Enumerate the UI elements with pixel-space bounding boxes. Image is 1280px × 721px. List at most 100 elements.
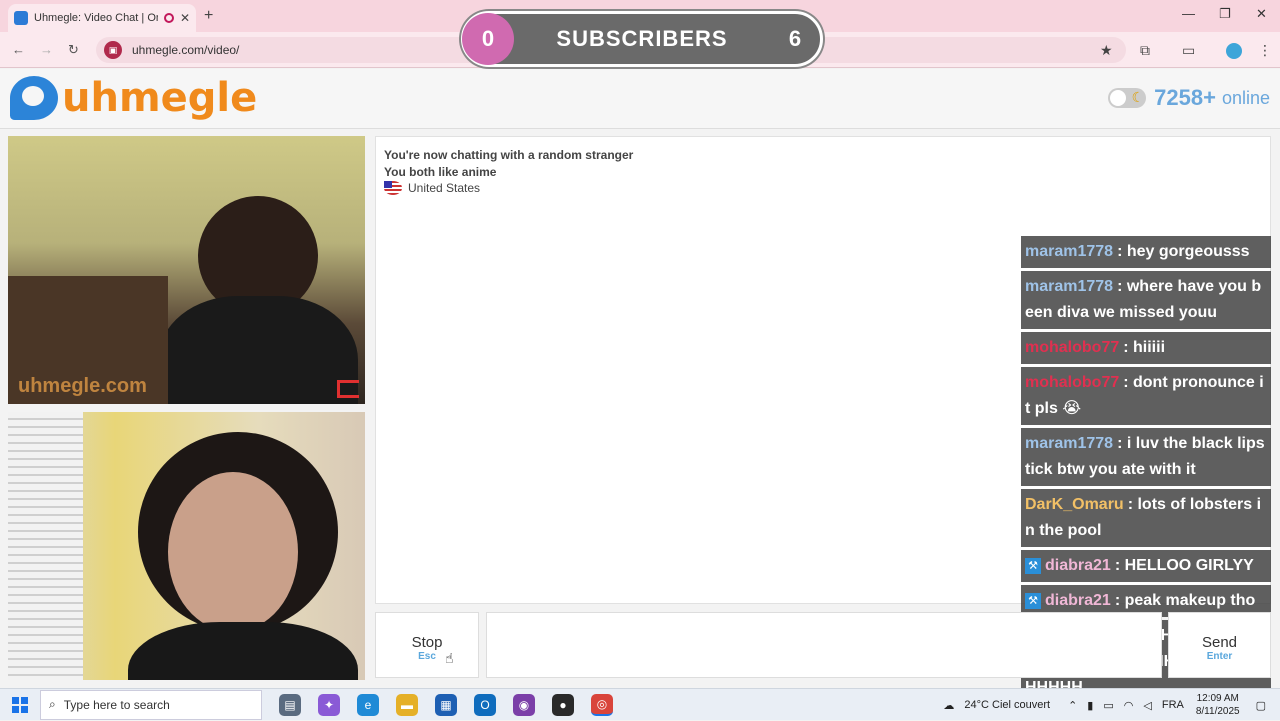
chat-overlay-message: maram1778: where have you been diva we m… <box>1021 271 1271 329</box>
hand-cursor-icon: ☝ <box>445 650 454 666</box>
windows-start-icon[interactable] <box>12 696 28 713</box>
extensions-puzzle-icon[interactable]: ⧉ <box>1140 42 1150 59</box>
profile-avatar[interactable] <box>1226 43 1242 59</box>
restore-button[interactable]: ❐ <box>1219 6 1231 22</box>
clock-date: 8/11/2025 <box>1195 706 1240 717</box>
weather-icon: ☁ <box>943 699 955 712</box>
windows-taskbar: ⌕ Type here to search ▤ ✦ e ▬ ▦ O ◉ ● ◎ … <box>0 688 1280 720</box>
window-blinds <box>8 412 83 680</box>
language-indicator[interactable]: FRA <box>1162 699 1184 711</box>
site-info-icon[interactable]: ▣ <box>104 41 122 59</box>
chat-username: maram1778 <box>1025 435 1114 452</box>
bookmark-star-icon[interactable]: ★ <box>1100 42 1113 59</box>
uhmegle-logo[interactable]: uhmegle <box>10 75 257 121</box>
video-watermark: uhmegle.com <box>18 375 147 397</box>
self-body <box>128 622 358 680</box>
report-flag-icon[interactable] <box>337 380 359 398</box>
subscriber-counter-overlay: 0 SUBSCRIBERS 6 <box>461 11 823 67</box>
notification-icon[interactable]: ▢ <box>1256 699 1266 712</box>
site-header: uhmegle ☾ 7258+ online <box>0 69 1280 129</box>
send-shortcut: Enter <box>1206 651 1233 662</box>
subscriber-label: SUBSCRIBERS <box>556 26 728 51</box>
store-icon[interactable]: ▦ <box>435 693 457 716</box>
speech-bubble-logo-icon <box>10 76 58 120</box>
task-view-icon[interactable]: ▤ <box>279 693 301 716</box>
dark-mode-toggle[interactable]: ☾ <box>1108 88 1147 108</box>
edge-icon[interactable]: e <box>357 693 379 716</box>
us-flag-icon <box>384 181 402 195</box>
taskbar-clock[interactable]: 12:09 AM 8/11/2025 <box>1196 692 1240 718</box>
volume-icon[interactable]: ◁ <box>1143 699 1151 712</box>
file-explorer-icon[interactable]: ▬ <box>396 693 418 716</box>
copilot-icon[interactable]: ✦ <box>318 693 340 716</box>
chat-username: maram1778 <box>1025 278 1114 295</box>
self-face <box>168 472 298 632</box>
chrome-icon[interactable]: ◎ <box>591 693 613 716</box>
chat-overlay-message: maram1778: hey gorgeousss <box>1021 236 1271 268</box>
battery-icon[interactable]: ▮ <box>1087 699 1093 712</box>
moon-icon: ☾ <box>1131 89 1145 105</box>
user-badge-icon: ⚒ <box>1025 557 1041 574</box>
stop-button[interactable]: Stop Esc <box>375 612 479 678</box>
forward-arrow-icon[interactable]: → <box>40 42 53 57</box>
send-label: Send <box>1201 634 1238 651</box>
chat-username: maram1778 <box>1025 243 1114 260</box>
online-count: 7258+ <box>1154 85 1216 110</box>
chat-username: mohalobo77 <box>1025 374 1120 391</box>
network-icon[interactable]: ▭ <box>1103 699 1113 712</box>
taskbar-search[interactable]: ⌕ Type here to search <box>40 689 262 720</box>
wifi-icon[interactable]: ◠ <box>1124 699 1134 712</box>
back-arrow-icon[interactable]: ← <box>12 42 25 57</box>
stranger-video: uhmegle.com <box>8 136 365 404</box>
reload-icon[interactable]: ↻ <box>68 42 79 58</box>
app-icon[interactable]: ◉ <box>513 693 535 716</box>
chat-overlay-message: ⚒ diabra21: HELLOO GIRLYY <box>1021 550 1271 582</box>
search-icon: ⌕ <box>49 697 56 711</box>
system-tray: ☁ 24°C Ciel couvert ⌃ ▮ ▭ ◠ ◁ FRA 12:09 … <box>933 689 1280 721</box>
self-video <box>8 412 365 680</box>
chat-username: diabra21 <box>1045 592 1111 609</box>
message-input[interactable] <box>486 612 1162 678</box>
chat-username: mohalobo77 <box>1025 339 1120 356</box>
system-message-interests: You both like anime <box>384 165 497 179</box>
stop-shortcut: Esc <box>418 651 436 662</box>
chat-overlay-message: DarK_Omaru: lots of lobsters in the pool <box>1021 489 1271 547</box>
weather-text[interactable]: 24°C Ciel couvert <box>964 699 1050 711</box>
stop-label: Stop <box>411 634 443 651</box>
browser-menu-icon[interactable]: ⋮ <box>1258 42 1272 59</box>
online-label: online <box>1221 87 1270 108</box>
user-badge-icon: ⚒ <box>1025 592 1041 609</box>
chat-message-text: : hey gorgeousss <box>1117 243 1250 260</box>
new-tab-button[interactable]: + <box>204 7 213 25</box>
system-message-connected: You're now chatting with a random strang… <box>384 148 634 162</box>
chat-message-text: : peak makeup tho <box>1114 592 1256 609</box>
logo-text: uhmegle <box>62 75 258 121</box>
chat-message-text: : hiiiii <box>1123 339 1166 356</box>
online-indicator: ☾ 7258+ online <box>1108 85 1270 111</box>
system-message-country: United States <box>384 181 480 195</box>
subscriber-goal-count: 6 <box>788 26 802 51</box>
subscriber-start-count: 0 <box>462 13 514 65</box>
chat-overlay-message: mohalobo77: dont pronounce it pls 😭 <box>1021 367 1271 425</box>
url-text: uhmegle.com/video/ <box>132 43 240 57</box>
tab-close-icon[interactable]: ✕ <box>180 11 190 25</box>
chat-overlay-message: maram1778: i luv the black lipstick btw … <box>1021 428 1271 486</box>
chat-overlay-message: mohalobo77: hiiiii <box>1021 332 1271 364</box>
stranger-body <box>158 296 358 404</box>
outlook-icon[interactable]: O <box>474 693 496 716</box>
chat-message-text: : HELLOO GIRLYY <box>1114 557 1254 574</box>
uhmegle-favicon-icon <box>14 11 28 25</box>
window-close-button[interactable]: ✕ <box>1256 6 1267 22</box>
tray-chevron-icon[interactable]: ⌃ <box>1068 699 1077 712</box>
chat-username: diabra21 <box>1045 557 1111 574</box>
minimize-button[interactable]: — <box>1182 6 1195 21</box>
country-name: United States <box>408 181 481 195</box>
send-button[interactable]: Send Enter <box>1168 612 1271 678</box>
clock-time: 12:09 AM <box>1196 693 1239 704</box>
chat-username: DarK_Omaru <box>1025 496 1124 513</box>
cast-icon[interactable]: ▭ <box>1182 42 1195 59</box>
tab-title: Uhmegle: Video Chat | Ome <box>34 12 158 24</box>
browser-tab[interactable]: Uhmegle: Video Chat | Ome ✕ <box>8 4 196 32</box>
search-placeholder: Type here to search <box>63 697 170 712</box>
obs-icon[interactable]: ● <box>552 693 574 716</box>
